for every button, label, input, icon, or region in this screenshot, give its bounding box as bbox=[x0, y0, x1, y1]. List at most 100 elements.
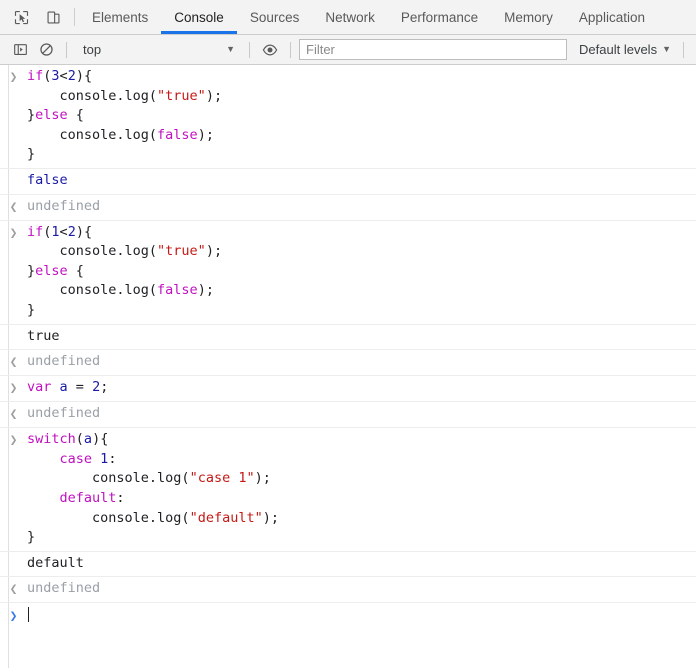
console-result-message[interactable]: ❮ undefined bbox=[0, 195, 696, 221]
code-token: else bbox=[35, 262, 68, 279]
console-message-list[interactable]: ❯ if(3<2){ console.log("true"); }else { c… bbox=[0, 65, 696, 668]
code-token: ); bbox=[197, 126, 214, 143]
clear-console-icon[interactable] bbox=[34, 39, 58, 61]
tab-label: Memory bbox=[504, 9, 553, 25]
tab-network[interactable]: Network bbox=[312, 0, 388, 34]
code-token: } bbox=[27, 107, 36, 124]
log-levels-label: Default levels bbox=[579, 42, 658, 57]
prompt-chevron-icon: ❯ bbox=[9, 609, 18, 625]
code-token: ){ bbox=[92, 431, 109, 448]
devtools-tool-buttons bbox=[0, 0, 70, 34]
console-prompt-input[interactable] bbox=[27, 606, 696, 626]
code-token: "default" bbox=[189, 509, 263, 526]
filter-placeholder: Filter bbox=[306, 42, 335, 57]
toolbar-separator bbox=[683, 41, 684, 58]
code-token: false bbox=[157, 126, 198, 143]
tab-label: Sources bbox=[249, 9, 300, 25]
input-chevron-icon: ❯ bbox=[9, 381, 18, 397]
code-token: < bbox=[59, 223, 68, 240]
code-token: = bbox=[67, 379, 93, 396]
code-token: console.log( bbox=[27, 243, 158, 260]
console-result-message[interactable]: ❮ undefined bbox=[0, 350, 696, 377]
tab-console[interactable]: Console bbox=[161, 0, 237, 34]
code-token: "true" bbox=[157, 87, 206, 104]
console-prompt-row[interactable]: ❯ bbox=[0, 603, 696, 630]
code-token: ; bbox=[100, 379, 109, 396]
result-chevron-icon: ❮ bbox=[9, 355, 18, 371]
code-token: } bbox=[27, 262, 36, 279]
log-gutter bbox=[0, 171, 27, 172]
result-chevron-icon: ❮ bbox=[9, 407, 18, 423]
console-return-value: undefined bbox=[27, 197, 101, 214]
input-chevron-icon: ❯ bbox=[9, 225, 18, 241]
code-token: : bbox=[108, 450, 117, 467]
code-token: if bbox=[27, 223, 44, 240]
code-token: console.log( bbox=[27, 87, 158, 104]
code-token: ){ bbox=[75, 68, 93, 84]
code-token: 3 bbox=[51, 68, 60, 84]
chevron-down-icon: ▼ bbox=[226, 44, 235, 54]
toolbar-separator bbox=[249, 41, 250, 58]
console-log-message[interactable]: true bbox=[0, 325, 696, 351]
tab-memory[interactable]: Memory bbox=[491, 0, 566, 34]
console-output-text: default bbox=[27, 554, 84, 571]
log-gutter bbox=[0, 327, 27, 328]
tab-label: Performance bbox=[400, 9, 479, 25]
tab-performance[interactable]: Performance bbox=[388, 0, 491, 34]
log-levels-dropdown[interactable]: Default levels ▼ bbox=[575, 42, 675, 57]
code-token: switch bbox=[27, 431, 76, 448]
code-token: console.log( bbox=[27, 282, 158, 299]
console-toolbar: top ▼ Filter Default levels ▼ bbox=[0, 35, 696, 65]
code-token: ); bbox=[262, 509, 279, 526]
console-output-text: false bbox=[27, 171, 68, 188]
console-input-message[interactable]: ❯ var a = 2; bbox=[0, 376, 696, 403]
code-token: < bbox=[59, 68, 68, 84]
live-expression-eye-icon[interactable] bbox=[258, 39, 282, 61]
result-chevron-icon: ❮ bbox=[9, 199, 18, 215]
code-token: else bbox=[35, 107, 68, 124]
console-result-message[interactable]: ❮ undefined bbox=[0, 577, 696, 604]
code-token: ( bbox=[75, 431, 84, 448]
chevron-down-icon: ▼ bbox=[662, 44, 671, 54]
code-token: : bbox=[116, 489, 125, 506]
execution-context-select[interactable]: top ▼ bbox=[75, 39, 241, 61]
console-messages: ❯ if(3<2){ console.log("true"); }else { c… bbox=[0, 65, 696, 604]
console-source-code: var a = 2; bbox=[27, 378, 696, 398]
code-token: console.log( bbox=[27, 509, 190, 526]
panel-tabs: Elements Console Sources Network Perform… bbox=[79, 0, 696, 34]
device-toolbar-icon[interactable] bbox=[42, 6, 64, 28]
tab-application[interactable]: Application bbox=[566, 0, 658, 34]
code-token: default bbox=[59, 489, 117, 506]
tab-sources[interactable]: Sources bbox=[237, 0, 313, 34]
code-token: a bbox=[59, 379, 68, 396]
code-token: ){ bbox=[75, 223, 93, 240]
code-token: 2 bbox=[92, 379, 101, 396]
code-token: ); bbox=[205, 243, 223, 260]
execution-context-value: top bbox=[83, 42, 102, 57]
console-input-message[interactable]: ❯ switch(a){ case 1: console.log("case 1"… bbox=[0, 428, 696, 552]
console-result-message[interactable]: ❮ undefined bbox=[0, 402, 696, 429]
console-input-message[interactable]: ❯ if(1<2){ console.log("true"); }else { c… bbox=[0, 221, 696, 325]
console-source-code: if(1<2){ console.log("true"); }else { co… bbox=[27, 223, 696, 321]
console-source-code: switch(a){ case 1: console.log("case 1")… bbox=[27, 430, 696, 548]
input-chevron-icon: ❯ bbox=[9, 70, 18, 85]
console-log-message[interactable]: default bbox=[0, 552, 696, 578]
code-token: 1 bbox=[51, 223, 60, 240]
console-input-message[interactable]: ❯ if(3<2){ console.log("true"); }else { c… bbox=[0, 65, 696, 169]
console-log-message[interactable]: false bbox=[0, 169, 696, 195]
code-token: } bbox=[27, 146, 36, 163]
inspect-element-icon[interactable] bbox=[10, 6, 32, 28]
console-output-text: true bbox=[27, 327, 60, 344]
code-token: ); bbox=[254, 470, 271, 487]
console-sidebar-icon[interactable] bbox=[8, 39, 32, 61]
code-token: ); bbox=[197, 282, 214, 299]
devtools-tab-bar: Elements Console Sources Network Perform… bbox=[0, 0, 696, 35]
input-chevron-icon: ❯ bbox=[9, 433, 18, 449]
tab-elements[interactable]: Elements bbox=[79, 0, 161, 34]
code-token: 2 bbox=[67, 68, 76, 84]
code-token: "case 1" bbox=[189, 470, 255, 487]
code-token: { bbox=[67, 107, 84, 124]
filter-input[interactable]: Filter bbox=[299, 39, 568, 60]
